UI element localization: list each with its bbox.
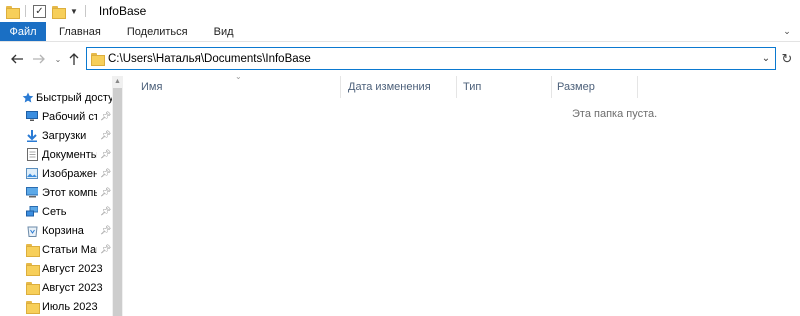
back-button[interactable] — [8, 50, 26, 68]
sidebar-item-quick-access[interactable]: Быстрый доступ — [0, 88, 112, 107]
folder-icon — [91, 53, 105, 66]
sidebar-item-label: Статьи Макс — [42, 243, 97, 256]
sidebar-item-label: Загрузки — [42, 129, 87, 142]
navigation-scrollbar[interactable]: ▲ — [112, 76, 123, 316]
pin-icon[interactable]: 📌︎ — [100, 187, 111, 198]
forward-arrow-icon — [33, 54, 45, 64]
sidebar-item-label: Изображения — [42, 167, 97, 180]
column-divider[interactable] — [551, 76, 552, 98]
sidebar-item-label: Июль 2023 — [42, 300, 98, 313]
column-header-label: Тип — [463, 81, 482, 93]
column-header-label: Размер — [557, 81, 595, 93]
column-header-type[interactable]: Тип — [463, 76, 551, 98]
folder-icon — [26, 301, 40, 314]
navigation-pane: Быстрый доступ Рабочий стол 📌︎ Загрузки … — [0, 76, 112, 316]
tab-view[interactable]: Вид — [201, 22, 247, 41]
column-header-label: Имя — [141, 81, 163, 93]
tab-home[interactable]: Главная — [46, 22, 114, 41]
pin-icon[interactable]: 📌︎ — [100, 149, 111, 160]
sidebar-item-label: Этот компьютер — [42, 186, 97, 199]
scrollbar-thumb[interactable] — [113, 88, 122, 316]
up-arrow-icon — [69, 53, 79, 65]
sidebar-item-label: Быстрый доступ — [36, 91, 112, 104]
pin-icon[interactable]: 📌︎ — [100, 206, 111, 217]
downloads-icon — [26, 129, 38, 142]
quick-access-toolbar: ✓ ▼ — [6, 0, 93, 22]
sidebar-item-downloads[interactable]: Загрузки 📌︎ — [0, 126, 112, 145]
recent-locations-button[interactable]: ⌄ — [52, 50, 64, 68]
new-folder-icon[interactable] — [52, 5, 66, 19]
address-path[interactable]: C:\Users\Наталья\Documents\InfoBase — [108, 53, 311, 65]
sidebar-item-desktop[interactable]: Рабочий стол 📌︎ — [0, 107, 112, 126]
folder-icon — [26, 282, 40, 295]
desktop-icon — [26, 111, 38, 123]
sidebar-item-label: Корзина — [42, 224, 84, 237]
sidebar-item-documents[interactable]: Документы 📌︎ — [0, 145, 112, 164]
documents-icon — [26, 148, 38, 161]
refresh-icon: ↻ — [781, 51, 793, 66]
title-bar: ✓ ▼ InfoBase — [0, 0, 800, 22]
column-divider[interactable] — [340, 76, 341, 98]
tab-file[interactable]: Файл — [0, 22, 46, 41]
toolbar-divider — [84, 5, 86, 17]
properties-checkbox-icon[interactable]: ✓ — [33, 4, 46, 18]
address-bar[interactable]: C:\Users\Наталья\Documents\InfoBase ⌄ — [86, 47, 776, 70]
column-header-name[interactable]: Имя — [141, 76, 341, 98]
forward-button[interactable] — [30, 50, 48, 68]
pin-icon[interactable]: 📌︎ — [100, 168, 111, 179]
ribbon: Файл Главная Поделиться Вид ⌄ — [0, 22, 800, 42]
folder-icon — [6, 5, 20, 19]
back-arrow-icon — [11, 54, 23, 64]
expand-ribbon-icon[interactable]: ⌄ — [780, 22, 794, 41]
sidebar-item-folder[interactable]: Июль 2023 — [0, 297, 112, 316]
recycle-bin-icon — [26, 225, 38, 237]
pin-icon[interactable]: 📌︎ — [100, 225, 111, 236]
column-header-label: Дата изменения — [348, 81, 431, 93]
tab-share[interactable]: Поделиться — [114, 22, 201, 41]
sidebar-item-label: Документы — [42, 148, 97, 161]
address-dropdown-icon[interactable]: ⌄ — [757, 48, 775, 69]
sidebar-item-folder[interactable]: Статьи Макс 📌︎ — [0, 240, 112, 259]
sidebar-item-recycle-bin[interactable]: Корзина 📌︎ — [0, 221, 112, 240]
empty-folder-message: Эта папка пуста. — [572, 108, 658, 120]
sidebar-item-label: Рабочий стол — [42, 110, 97, 123]
sidebar-item-folder[interactable]: Август 2023 — [0, 278, 112, 297]
customize-toolbar-icon[interactable]: ▼ — [70, 7, 78, 16]
up-button[interactable] — [66, 50, 82, 68]
sidebar-item-network[interactable]: Сеть 📌︎ — [0, 202, 112, 221]
sidebar-item-label: Август 2023 — [42, 262, 103, 275]
refresh-button[interactable]: ↻ — [778, 50, 796, 68]
star-icon — [22, 92, 34, 104]
folder-icon — [26, 244, 40, 257]
pin-icon[interactable]: 📌︎ — [100, 244, 111, 255]
toolbar-divider — [25, 5, 26, 17]
sidebar-item-label: Сеть — [42, 205, 67, 218]
this-pc-icon — [26, 187, 38, 199]
sidebar-item-folder[interactable]: Август 2023 — [0, 259, 112, 278]
column-header-size[interactable]: Размер — [557, 76, 637, 98]
window-title: InfoBase — [98, 4, 147, 18]
column-divider[interactable] — [456, 76, 457, 98]
pictures-icon — [26, 168, 38, 180]
pin-icon[interactable]: 📌︎ — [100, 111, 111, 122]
column-header-date-modified[interactable]: Дата изменения — [348, 76, 456, 98]
sidebar-item-label: Август 2023 — [42, 281, 103, 294]
file-list: ⌄ Имя Дата изменения Тип Размер Эта папк… — [124, 72, 800, 316]
folder-icon — [26, 263, 40, 276]
scroll-up-icon[interactable]: ▲ — [112, 76, 123, 87]
sidebar-item-pictures[interactable]: Изображения 📌︎ — [0, 164, 112, 183]
pin-icon[interactable]: 📌︎ — [100, 130, 111, 141]
sidebar-item-this-pc[interactable]: Этот компьютер 📌︎ — [0, 183, 112, 202]
column-divider[interactable] — [637, 76, 638, 98]
network-icon — [26, 205, 38, 218]
